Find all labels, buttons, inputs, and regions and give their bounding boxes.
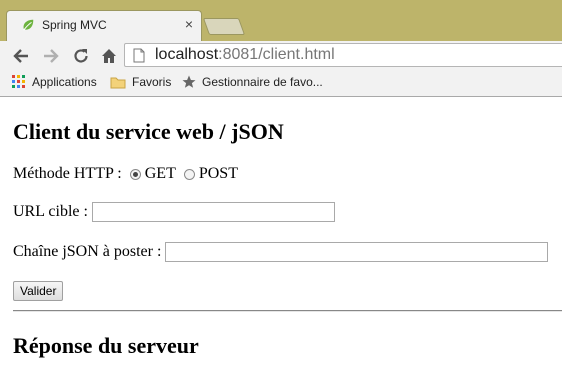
folder-icon xyxy=(110,77,126,88)
new-tab-button[interactable] xyxy=(202,18,246,35)
json-input[interactable] xyxy=(165,242,549,262)
submit-button[interactable]: Valider xyxy=(13,281,64,301)
tab-title: Spring MVC xyxy=(42,18,107,32)
browser-tab-strip: Spring MVC × xyxy=(0,0,562,41)
url-row: URL cible : xyxy=(13,202,335,222)
browser-toolbar: localhost:8081/client.html xyxy=(0,41,562,71)
close-tab-icon[interactable]: × xyxy=(185,16,193,32)
json-label: Chaîne jSON à poster : xyxy=(13,243,162,260)
bookmark-favoris-label: Favoris xyxy=(132,75,172,89)
divider xyxy=(13,310,562,312)
bookmarks-bar: Applications Favoris Gestionnaire de fav… xyxy=(0,71,562,97)
page-title: Client du service web / jSON xyxy=(13,119,284,144)
reload-button[interactable] xyxy=(70,45,92,67)
url-label: URL cible : xyxy=(13,203,88,220)
url-host: localhost xyxy=(155,46,219,63)
url-text: localhost:8081/client.html xyxy=(155,46,335,64)
json-row: Chaîne jSON à poster : xyxy=(13,242,549,262)
radio-post[interactable] xyxy=(183,168,195,180)
home-button[interactable] xyxy=(98,45,120,67)
method-label: Méthode HTTP : xyxy=(13,165,122,182)
radio-post-label[interactable]: POST xyxy=(199,165,238,183)
back-button[interactable] xyxy=(10,45,32,67)
method-row: Méthode HTTP : GET POST xyxy=(13,165,238,183)
star-icon xyxy=(182,75,196,88)
home-icon xyxy=(102,49,116,63)
back-arrow-icon xyxy=(13,49,28,63)
radio-get[interactable] xyxy=(129,168,141,180)
apps-grid-icon xyxy=(12,75,25,88)
radio-get-label[interactable]: GET xyxy=(145,165,176,183)
reload-icon xyxy=(74,49,88,63)
response-title: Réponse du serveur xyxy=(13,333,199,358)
bookmark-favoris[interactable]: Favoris xyxy=(110,75,171,89)
browser-tab[interactable]: Spring MVC × xyxy=(6,10,202,41)
bookmark-manager-label: Gestionnaire de favo... xyxy=(202,75,323,89)
address-bar[interactable]: localhost:8081/client.html xyxy=(124,43,562,67)
url-input[interactable] xyxy=(91,202,335,222)
bookmark-applications-label: Applications xyxy=(32,75,97,89)
bookmark-applications[interactable]: Applications xyxy=(12,75,97,89)
bookmark-manager[interactable]: Gestionnaire de favo... xyxy=(182,75,323,89)
spring-leaf-icon xyxy=(23,19,34,31)
url-path: :8081/client.html xyxy=(218,46,335,63)
page-icon xyxy=(133,48,145,63)
forward-arrow-icon xyxy=(44,49,59,63)
forward-button[interactable] xyxy=(40,45,62,67)
